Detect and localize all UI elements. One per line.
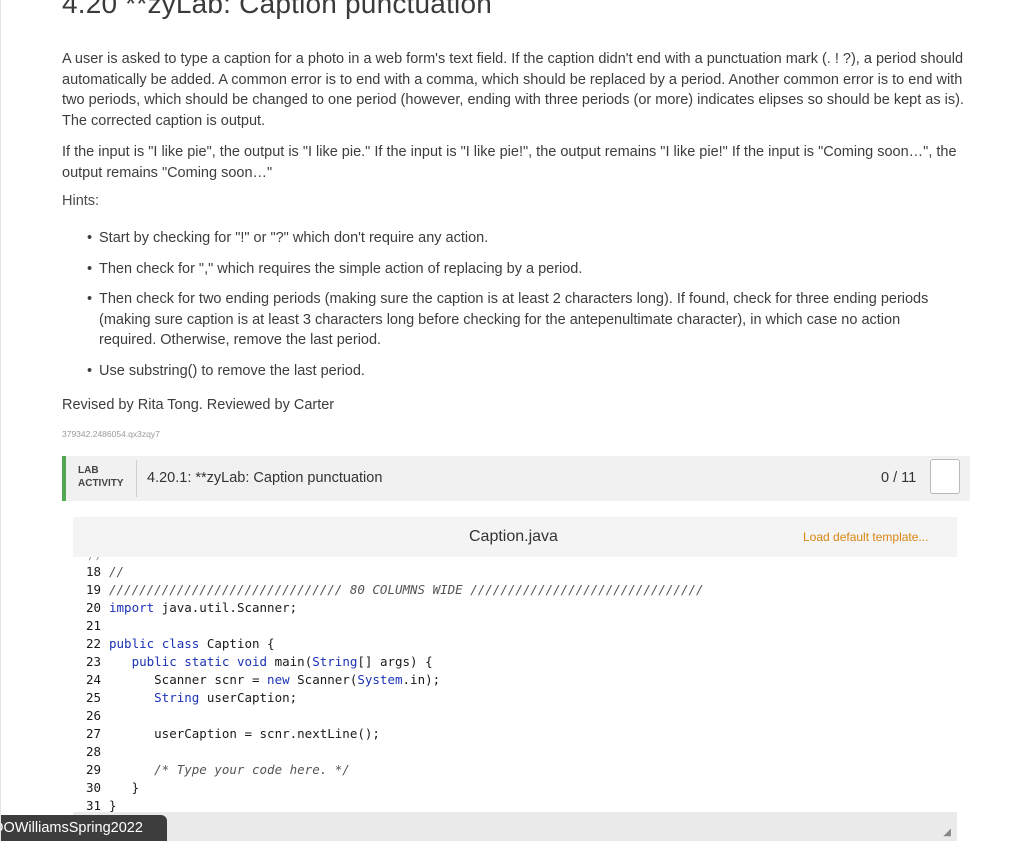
- activity-id: 379342.2486054.qx3zqy7: [62, 429, 160, 439]
- description-paragraph-2: If the input is "I like pie", the output…: [62, 144, 957, 181]
- bullet-icon: •: [87, 230, 93, 246]
- editor-footer: ◢: [73, 812, 957, 841]
- line-number: 18: [85, 564, 101, 579]
- code-text: }: [109, 780, 140, 795]
- code-line: 18 //: [73, 563, 957, 581]
- code-line: 28: [73, 743, 957, 761]
- code-text: public class Caption {: [109, 636, 275, 651]
- hint-item: • Start by checking for "!" or "?" which …: [87, 228, 957, 249]
- code-editor-panel: Caption.java Load default template... //…: [73, 517, 957, 841]
- code-line: 30 }: [73, 779, 957, 797]
- score-box: [930, 459, 960, 494]
- code-text: }: [109, 798, 117, 812]
- code-text: userCaption = scnr.nextLine();: [109, 726, 380, 741]
- hint-item: • Then check for "," which requires the s…: [87, 259, 957, 280]
- code-line: 22 public class Caption {: [73, 635, 957, 653]
- code-line: 19 /////////////////////////////// 80 COL…: [73, 581, 957, 599]
- code-text: /////////////////////////////// 80 COLUM…: [109, 582, 704, 597]
- code-text: import java.util.Scanner;: [109, 600, 298, 615]
- hints-label: Hints:: [62, 193, 100, 209]
- hint-text: Then check for two ending periods (makin…: [99, 291, 929, 349]
- code-line: 25 String userCaption;: [73, 689, 957, 707]
- line-number: 22: [85, 636, 101, 651]
- load-default-template-link[interactable]: Load default template...: [803, 530, 928, 544]
- hint-item: • Use substring() to remove the last peri…: [87, 361, 957, 382]
- hint-text: Use substring() to remove the last perio…: [99, 362, 365, 379]
- bullet-icon: •: [87, 291, 93, 308]
- lab-title: 4.20.1: **zyLab: Caption punctuation: [147, 470, 383, 486]
- resize-handle-icon[interactable]: ◢: [943, 827, 951, 838]
- code-text: //: [109, 564, 125, 579]
- hint-text: Start by checking for "!" or "?" which d…: [99, 230, 489, 246]
- code-line: 29 /* Type your code here. */: [73, 761, 957, 779]
- code-text: String userCaption;: [154, 690, 298, 705]
- line-number: 19: [85, 582, 101, 597]
- line-number: 20: [85, 600, 101, 615]
- bullet-icon: •: [87, 260, 93, 277]
- code-line: 31}: [73, 797, 957, 812]
- file-name: Caption.java: [469, 528, 558, 545]
- partially-scrolled-line: // ---- ---------- -------- -- ---- ----…: [73, 557, 957, 562]
- user-tag: DOWilliamsSpring2022: [1, 815, 167, 841]
- code-text: public static void main(String[] args) {: [131, 654, 433, 669]
- page-title: 4.20 **zyLab: Caption punctuation: [62, 0, 493, 19]
- code-line: 24 Scanner scnr = new Scanner(System.in)…: [73, 671, 957, 689]
- lab-score: 0 / 11: [881, 470, 917, 486]
- line-number: 30: [85, 780, 101, 795]
- line-number: 21: [85, 618, 101, 633]
- revised-by-text: Revised by Rita Tong. Reviewed by Carter: [62, 397, 335, 413]
- line-number: 24: [85, 672, 101, 687]
- code-text: /* Type your code here. */: [109, 762, 350, 777]
- line-number: 31: [85, 798, 101, 812]
- hint-list: • Start by checking for "!" or "?" which …: [87, 228, 957, 392]
- line-number: 27: [85, 726, 101, 741]
- bullet-icon: •: [87, 362, 93, 379]
- description-paragraph-1: A user is asked to type a caption for a …: [62, 51, 964, 129]
- line-number: 28: [85, 744, 101, 759]
- line-number: 23: [85, 654, 101, 669]
- line-number: 29: [85, 762, 101, 777]
- code-line: 20 import java.util.Scanner;: [73, 599, 957, 617]
- line-number: 26: [85, 708, 101, 723]
- hint-item: • Then check for two ending periods (maki…: [87, 289, 957, 351]
- lab-label-line1: LAB: [78, 465, 99, 476]
- code-line: 23 public static void main(String[] args…: [73, 653, 957, 671]
- code-editor[interactable]: // ---- ---------- -------- -- ---- ----…: [73, 557, 957, 812]
- code-text: Scanner scnr = new Scanner(System.in);: [109, 672, 441, 687]
- page: 4.20 **zyLab: Caption punctuation A user…: [0, 0, 1024, 841]
- lab-divider: [136, 460, 137, 497]
- user-tag-text: DOWilliamsSpring2022: [1, 820, 143, 836]
- code-line: 27 userCaption = scnr.nextLine();: [73, 725, 957, 743]
- editor-header: Caption.java Load default template...: [73, 517, 957, 557]
- line-number: 25: [85, 690, 101, 705]
- lab-label-line2: ACTIVITY: [78, 478, 124, 489]
- lab-activity-header: LAB ACTIVITY 4.20.1: **zyLab: Caption pu…: [62, 456, 970, 501]
- lab-activity-label: LAB ACTIVITY: [78, 464, 124, 490]
- code-line: 26: [73, 707, 957, 725]
- code-line: 21: [73, 617, 957, 635]
- hint-text: Then check for "," which requires the si…: [99, 260, 583, 277]
